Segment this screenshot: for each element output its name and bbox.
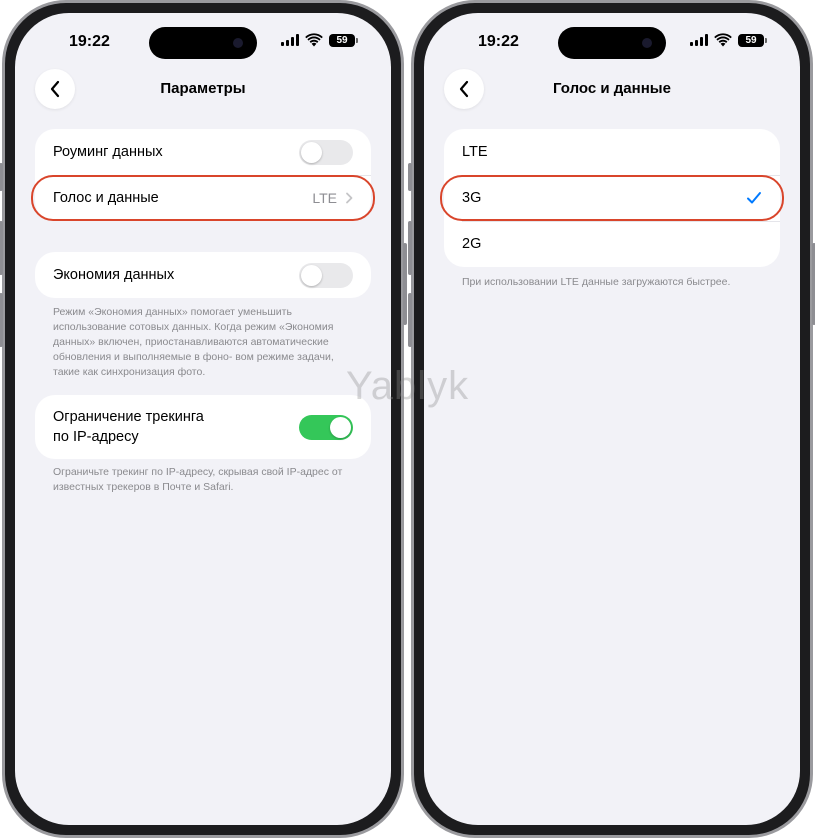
battery-icon: 59 [738, 33, 767, 47]
ip-tracking-label: Ограничение трекинга по IP-адресу [53, 407, 299, 447]
option-label: 3G [462, 190, 482, 206]
roaming-toggle[interactable] [299, 139, 353, 165]
voice-data-value: LTE [312, 190, 337, 206]
checkmark-icon [747, 192, 761, 204]
status-icons: 59 [281, 33, 358, 47]
cellular-signal-icon [281, 34, 299, 46]
row-data-roaming[interactable]: Роуминг данных [35, 129, 371, 175]
tracking-group: Ограничение трекинга по IP-адресу [35, 395, 371, 459]
phone-frame-right: 19:22 59 Голос и данные LTE 3G 2G При ис… [408, 0, 815, 838]
option-2g[interactable]: 2G [444, 221, 780, 267]
data-saver-group: Экономия данных [35, 252, 371, 298]
page-title: Параметры [160, 80, 246, 97]
tracking-footnote: Ограничьте трекинг по IP-адресу, скрывая… [53, 466, 343, 493]
volume-down-button [408, 293, 412, 347]
volume-down-button [0, 293, 3, 347]
status-time: 19:22 [478, 33, 519, 50]
camera-icon [642, 38, 652, 48]
volume-up-button [408, 221, 412, 275]
screen-left: 19:22 59 Параметры Роуминг данных Голос … [15, 13, 391, 825]
row-ip-tracking[interactable]: Ограничение трекинга по IP-адресу [35, 395, 371, 459]
watermark: Yablyk [346, 364, 470, 408]
ip-tracking-label-line1: Ограничение трекинга [53, 409, 204, 425]
cellular-group: Роуминг данных Голос и данные LTE [35, 129, 371, 221]
ip-tracking-label-line2: по IP-адресу [53, 429, 139, 445]
power-button [403, 243, 407, 325]
battery-icon: 59 [329, 33, 358, 47]
option-label: LTE [462, 144, 488, 160]
screen-right: 19:22 59 Голос и данные LTE 3G 2G При ис… [424, 13, 800, 825]
status-icons: 59 [690, 33, 767, 47]
camera-icon [233, 38, 243, 48]
ip-tracking-toggle[interactable] [299, 414, 353, 440]
voice-data-label: Голос и данные [53, 190, 159, 206]
wifi-icon [714, 33, 732, 47]
network-options-group: LTE 3G 2G [444, 129, 780, 267]
data-saver-toggle[interactable] [299, 262, 353, 288]
row-voice-data[interactable]: Голос и данные LTE [35, 175, 371, 221]
status-time: 19:22 [69, 33, 110, 50]
option-label: 2G [462, 236, 482, 252]
volume-up-button [0, 221, 3, 275]
option-3g[interactable]: 3G [444, 175, 780, 221]
network-footnote: При использовании LTE данные загружаются… [462, 276, 731, 288]
option-lte[interactable]: LTE [444, 129, 780, 175]
wifi-icon [305, 33, 323, 47]
action-button [0, 163, 3, 191]
action-button [408, 163, 412, 191]
dynamic-island [558, 27, 666, 59]
cellular-signal-icon [690, 34, 708, 46]
roaming-label: Роуминг данных [53, 144, 163, 160]
page-title: Голос и данные [553, 80, 671, 97]
row-low-data-mode[interactable]: Экономия данных [35, 252, 371, 298]
dynamic-island [149, 27, 257, 59]
data-saver-footnote: Режим «Экономия данных» помогает уменьши… [53, 306, 334, 378]
chevron-right-icon [346, 192, 353, 204]
data-saver-label: Экономия данных [53, 267, 175, 283]
phone-frame-left: 19:22 59 Параметры Роуминг данных Голос … [0, 0, 407, 838]
